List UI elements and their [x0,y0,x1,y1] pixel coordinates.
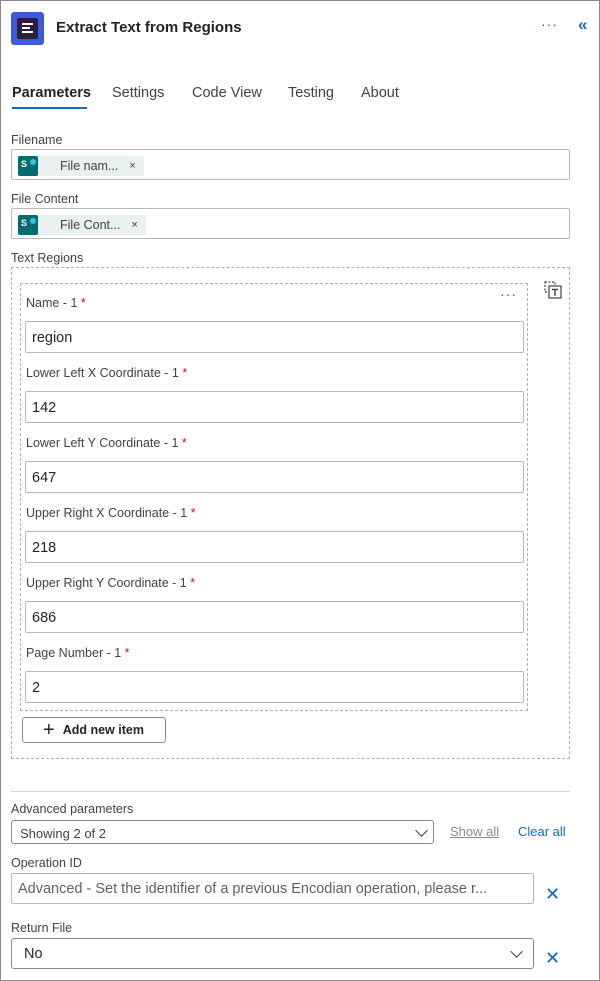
field-label-name: Name - 1 * [26,296,86,310]
advanced-parameters-label: Advanced parameters [11,802,134,816]
file-content-label: File Content [11,192,79,206]
lower-left-x-input[interactable]: 142 [25,391,524,423]
text-regions-label: Text Regions [11,251,84,265]
advanced-parameters-dropdown[interactable]: Showing 2 of 2 [11,820,434,844]
close-icon[interactable]: ✕ [545,948,560,969]
sharepoint-icon: S [18,156,38,176]
close-icon[interactable]: ✕ [545,884,560,905]
file-content-input[interactable]: S File Cont... × [11,208,570,239]
plus-icon: + [43,719,55,741]
field-label-lower-left-x: Lower Left X Coordinate - 1 * [26,366,188,380]
active-tab-indicator [12,107,87,109]
tab-parameters[interactable]: Parameters [12,85,91,101]
file-content-token-text: File Cont... [60,218,121,232]
add-new-item-button[interactable]: + Add new item [22,717,166,743]
encodian-icon [11,12,44,45]
return-file-dropdown[interactable]: No [11,938,534,969]
filename-input[interactable]: S File nam... × [11,149,570,180]
filename-label: Filename [11,133,63,147]
double-chevron-left-icon[interactable]: « [578,15,587,35]
more-horizontal-icon[interactable]: ··· [500,286,517,302]
action-title: Extract Text from Regions [56,19,242,36]
switch-to-text-input-icon[interactable] [544,281,562,299]
tab-about[interactable]: About [361,85,399,101]
advanced-parameters-selected: Showing 2 of 2 [20,826,107,841]
clear-all-link[interactable]: Clear all [518,824,566,839]
sharepoint-icon: S [18,215,38,235]
file-content-token[interactable]: S File Cont... × [18,215,146,235]
filename-token[interactable]: S File nam... × [18,156,144,176]
lower-left-y-input[interactable]: 647 [25,461,524,493]
field-label-upper-right-y: Upper Right Y Coordinate - 1 * [26,576,196,590]
field-label-page-number: Page Number - 1 * [26,646,130,660]
chevron-down-icon [510,945,523,958]
tab-testing[interactable]: Testing [288,85,334,101]
page-number-input[interactable]: 2 [25,671,524,703]
more-horizontal-icon[interactable]: ··· [541,16,558,32]
tab-settings[interactable]: Settings [112,85,164,101]
field-label-lower-left-y: Lower Left Y Coordinate - 1 * [26,436,187,450]
chevron-down-icon [415,824,428,837]
field-label-upper-right-x: Upper Right X Coordinate - 1 * [26,506,196,520]
section-divider [11,791,570,792]
upper-right-y-input[interactable]: 686 [25,601,524,633]
filename-token-text: File nam... [60,159,119,173]
operation-id-label: Operation ID [11,856,82,870]
add-new-item-label: Add new item [62,723,144,737]
name-input[interactable]: region [25,321,524,353]
upper-right-x-input[interactable]: 218 [25,531,524,563]
return-file-selected: No [24,946,43,962]
close-icon[interactable]: × [131,219,137,231]
operation-id-input[interactable]: Advanced - Set the identifier of a previ… [11,873,534,904]
close-icon[interactable]: × [129,160,135,172]
tab-code-view[interactable]: Code View [192,85,262,101]
return-file-label: Return File [11,921,73,935]
show-all-link[interactable]: Show all [450,824,499,839]
